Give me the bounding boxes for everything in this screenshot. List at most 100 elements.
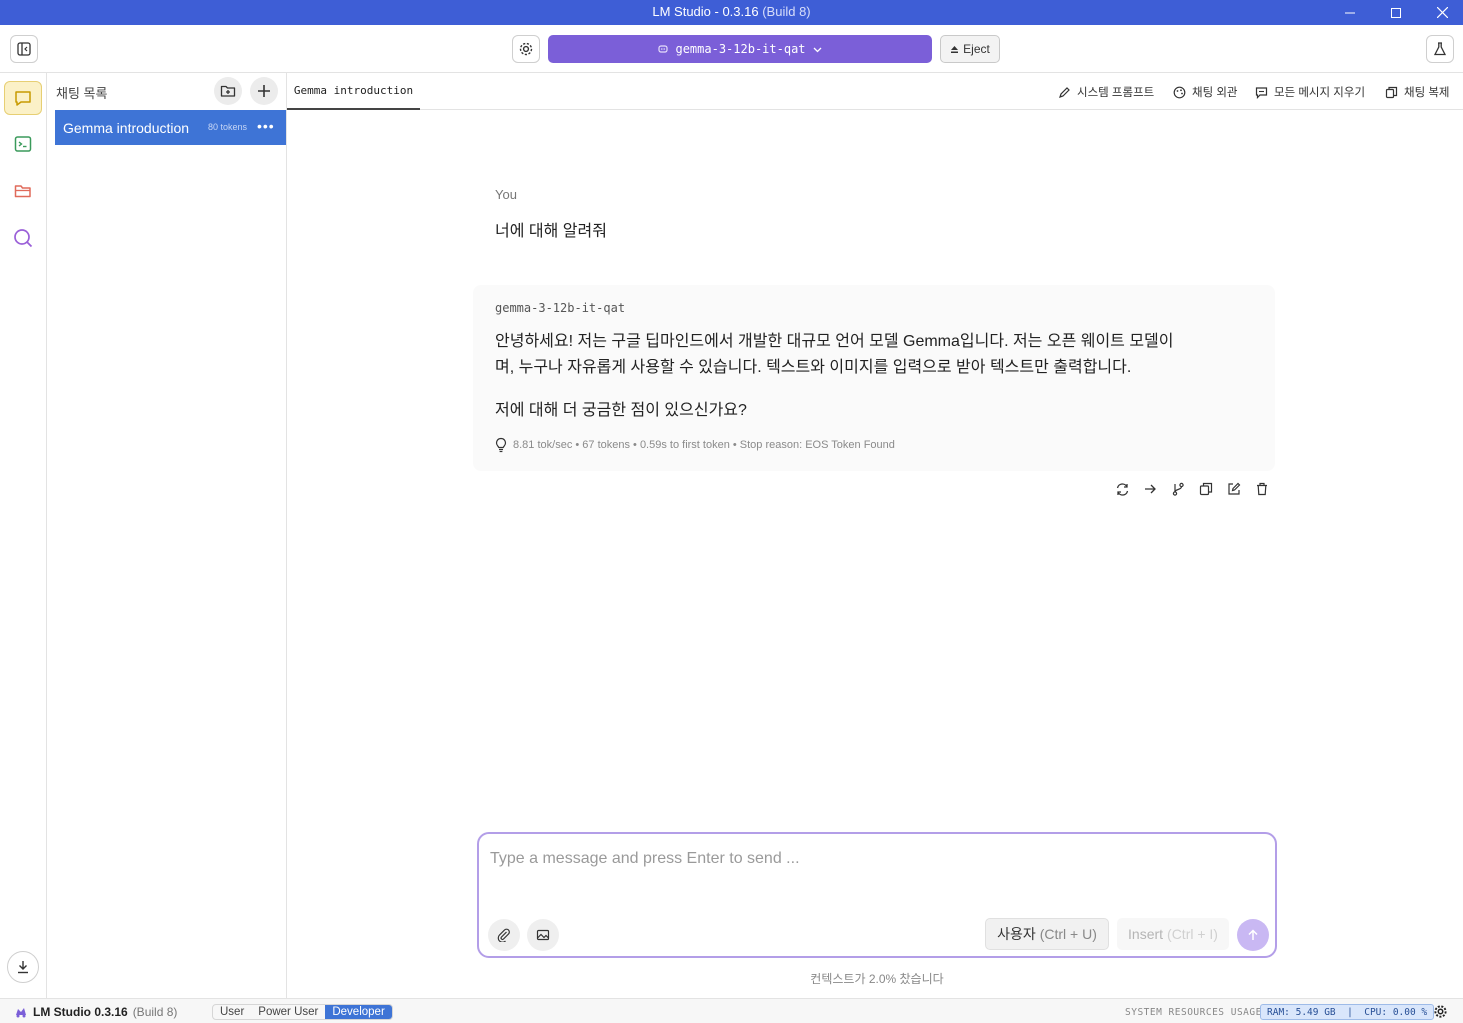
clear-all-messages-label: 모든 메시지 지우기 [1274,87,1366,99]
mode-user[interactable]: User [213,1005,251,1019]
role-selector-button[interactable]: 사용자 (Ctrl + U) [985,918,1109,950]
clear-chat-icon [1255,86,1268,99]
copy-message-button[interactable] [1197,480,1215,498]
branch-button[interactable] [1169,480,1187,498]
sidebar-toggle-icon [17,42,31,56]
mode-developer[interactable]: Developer [325,1005,392,1019]
model-name: gemma-3-12b-it-qat [675,42,806,56]
app-settings-button[interactable] [1433,1004,1448,1022]
regenerate-icon [1116,482,1128,496]
rail-chat-button[interactable] [4,81,42,115]
role-shortcut: (Ctrl + U) [1039,926,1097,942]
clear-all-messages-button[interactable]: 모든 메시지 지우기 [1255,84,1365,100]
send-button[interactable] [1237,919,1269,951]
rail-models-button[interactable] [4,174,42,208]
chevron-down-icon [813,47,821,52]
insert-shortcut: (Ctrl + I) [1167,926,1218,942]
insert-button[interactable]: Insert (Ctrl + I) [1117,918,1229,950]
new-folder-button[interactable] [214,77,242,105]
status-bar: LM Studio 0.3.16 (Build 8) User Power Us… [0,998,1463,1023]
message-actions [1113,480,1271,498]
chat-bubble-icon [15,91,31,106]
maximize-button[interactable] [1373,0,1419,25]
window-title-bar: LM Studio - 0.3.16 (Build 8) [0,0,1463,25]
assistant-sender-label: gemma-3-12b-it-qat [495,301,626,315]
status-build: (Build 8) [132,1005,178,1019]
chat-appearance-button[interactable]: 채팅 외관 [1173,84,1238,100]
window-title: LM Studio - 0.3.16 (Build 8) [0,4,1463,19]
assistant-paragraph-1: 안녕하세요! 저는 구글 딥마인드에서 개발한 대규모 언어 모델 Gemma입… [495,329,1255,381]
eject-label: Eject [963,42,990,56]
trash-icon [1257,482,1267,496]
pen-icon [1059,86,1070,98]
generation-stats: 8.81 tok/sec • 67 tokens • 0.59s to firs… [495,437,895,453]
continue-button[interactable] [1141,480,1159,498]
branch-icon [1172,482,1184,496]
assistant-line-1: 안녕하세요! 저는 구글 딥마인드에서 개발한 대규모 언어 모델 Gemma입… [495,333,1174,350]
download-icon [18,961,28,974]
tab-gemma-introduction[interactable]: Gemma introduction [287,73,420,110]
eject-icon [951,45,959,53]
copy-icon [1385,86,1398,98]
lm-studio-logo-icon [16,1008,26,1018]
copy-icon [1199,482,1213,496]
new-folder-icon [220,85,236,97]
top-toolbar: gemma-3-12b-it-qat Eject [0,25,1463,73]
paperclip-icon [497,928,510,942]
minimize-icon [1345,12,1355,13]
edit-icon [1228,482,1241,495]
attach-file-button[interactable] [488,919,520,951]
chat-item-more-button[interactable]: ••• [257,118,275,134]
system-prompt-button[interactable]: 시스템 프롬프트 [1058,84,1154,100]
message-input[interactable] [490,846,1250,872]
chat-list-item[interactable]: Gemma introduction 80 tokens ••• [55,110,286,145]
status-app-info: LM Studio 0.3.16 (Build 8) [14,1005,177,1019]
build-label: (Build 8) [762,4,811,19]
plus-icon [258,85,270,97]
search-icon [14,229,33,248]
rail-search-button[interactable] [4,221,42,255]
edit-message-button[interactable] [1225,480,1243,498]
attach-image-button[interactable] [527,919,559,951]
mode-power-user[interactable]: Power User [251,1005,325,1019]
rail-developer-button[interactable] [4,127,42,161]
conversation-area: You 너에 대해 알려줘 gemma-3-12b-it-qat 안녕하세요! … [287,110,1463,830]
duplicate-chat-label: 채팅 복제 [1404,87,1450,99]
maximize-icon [1391,7,1401,18]
app-version-title: LM Studio - 0.3.16 [652,4,759,19]
chat-list-panel: 채팅 목록 Gemma introduction 80 tokens ••• [47,73,287,998]
duplicate-chat-button[interactable]: 채팅 복제 [1385,84,1450,100]
minimize-button[interactable] [1327,0,1373,25]
delete-message-button[interactable] [1253,480,1271,498]
new-chat-button[interactable] [250,77,278,105]
model-settings-button[interactable] [512,35,540,63]
toggle-sidebar-button[interactable] [10,35,38,63]
chat-tab-bar: Gemma introduction 시스템 프롬프트 채팅 외관 모든 메시지… [287,73,1463,110]
assistant-message: gemma-3-12b-it-qat 안녕하세요! 저는 구글 딥마인드에서 개… [473,285,1275,471]
chat-item-title: Gemma introduction [63,119,190,136]
role-label: 사용자 [997,926,1036,942]
user-message: 너에 대해 알려줘 [495,223,607,240]
folder-icon [14,185,31,198]
eject-button[interactable]: Eject [940,35,1000,63]
insert-label: Insert [1128,926,1164,942]
system-prompt-label: 시스템 프롬프트 [1077,87,1155,99]
model-selector[interactable]: gemma-3-12b-it-qat [548,35,932,63]
image-icon [536,929,550,941]
chat-item-token-count: 80 tokens [208,122,248,132]
flask-icon [1433,42,1447,56]
mode-switcher: User Power User Developer [212,1004,393,1020]
gear-icon [519,42,533,56]
arrow-up-icon [1248,929,1258,940]
assistant-line-2: 며, 누구나 자유롭게 사용할 수 있습니다. 텍스트와 이미지를 입력으로 받… [495,359,1132,376]
lightbulb-icon [495,437,507,453]
gear-icon [1434,1005,1447,1018]
model-icon [658,45,669,53]
downloads-button[interactable] [7,951,39,983]
close-window-button[interactable] [1419,0,1463,25]
system-resources-value[interactable]: RAM: 5.49 GB | CPU: 0.00 % [1260,1004,1435,1020]
chat-list-title: 채팅 목록 [56,86,108,101]
terminal-icon [14,136,32,152]
regenerate-button[interactable] [1113,480,1131,498]
labs-button[interactable] [1426,35,1454,63]
